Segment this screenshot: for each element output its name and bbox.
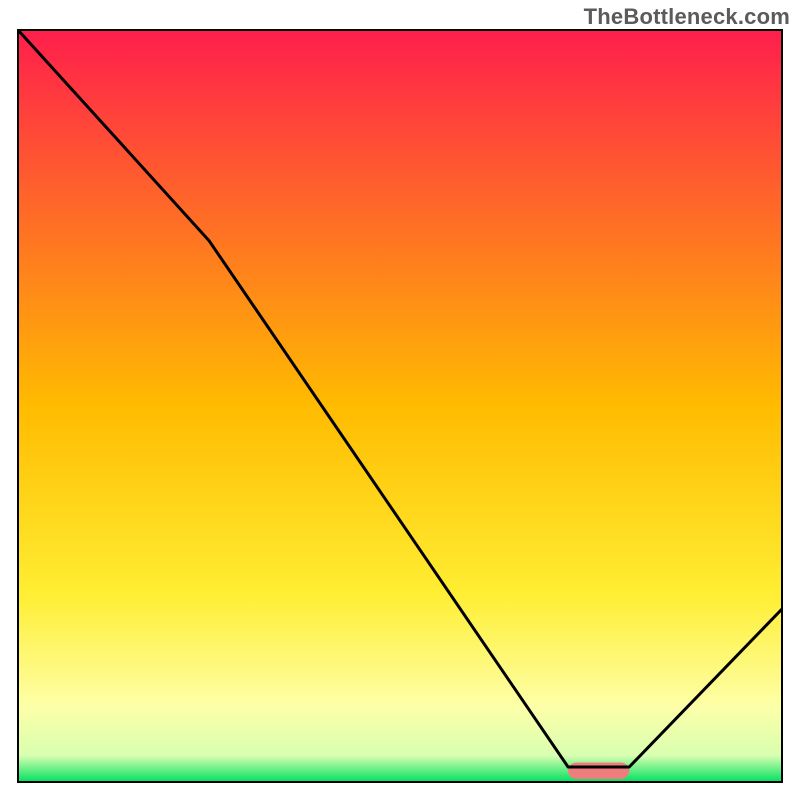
bottleneck-chart bbox=[0, 0, 800, 800]
highlight-bar bbox=[568, 762, 629, 779]
chart-container: TheBottleneck.com bbox=[0, 0, 800, 800]
watermark-text: TheBottleneck.com bbox=[584, 4, 790, 30]
plot-area bbox=[18, 30, 782, 782]
plot-background bbox=[18, 30, 782, 782]
